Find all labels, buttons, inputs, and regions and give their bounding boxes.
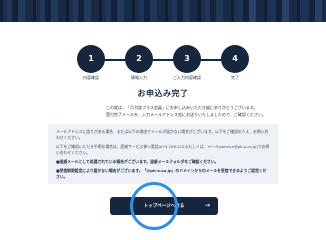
step-1-circle: 1 <box>77 45 105 73</box>
book-spine <box>183 0 190 22</box>
header-banner-image <box>0 0 326 22</box>
book-spine <box>315 0 322 22</box>
book-spine <box>25 0 33 22</box>
step-4: 4 完了 <box>200 45 270 81</box>
completion-message-line-1: この度は、「月刊誌プラス会員」にお申し込みいただき誠にありがとうございます。 <box>106 105 258 110</box>
notice-bullet-1: ■迷惑メールとして処理されている場合がございます。迷惑メールフォルダをご確認くだ… <box>56 159 219 164</box>
book-spine <box>58 0 66 22</box>
completion-message-line-2: 受付完了メールを、入力メールアドレス宛にお送りいたしましたので、ご確認ください。 <box>106 112 266 117</box>
book-spine <box>84 0 91 22</box>
back-to-top-label: トップページへ戻る <box>143 204 185 209</box>
book-spine <box>256 0 264 22</box>
step-4-circle: 4 <box>221 45 249 73</box>
book-spine <box>249 0 256 22</box>
completion-message: この度は、「月刊誌プラス会員」にお申し込みいただき誠にありがとうございます。 受… <box>106 104 276 118</box>
book-spine <box>282 0 289 22</box>
arrow-right-icon: → <box>204 202 210 209</box>
book-spine <box>117 0 124 22</box>
book-spine <box>157 0 165 22</box>
step-4-label: 完了 <box>231 75 239 80</box>
notice-text-1: メールアドレスに誤りがある場合、または以下の理由でメールが届かない場合がございま… <box>56 129 269 140</box>
step-3-circle: 3 <box>173 45 201 73</box>
book-spine <box>216 0 223 22</box>
back-to-top-button[interactable]: トップページへ戻る → <box>110 197 218 215</box>
book-spine <box>190 0 198 22</box>
notice-text-2: 以下をご確認いただき不明な場合は、読者サービス係へ電話(075-256-2224… <box>56 144 270 155</box>
book-spine <box>51 0 58 22</box>
book-spine <box>150 0 157 22</box>
book-spine <box>91 0 99 22</box>
book-spine <box>18 0 25 22</box>
notice-panel: メールアドレスに誤りがある場合、または以下の理由でメールが届かない場合がございま… <box>48 124 278 184</box>
step-2-circle: 2 <box>125 45 153 73</box>
book-spine <box>322 0 326 22</box>
book-spine <box>223 0 231 22</box>
book-spine <box>289 0 297 22</box>
book-spine <box>124 0 132 22</box>
progress-steps: 1 内容確認 2 情報入力 3 ご入力内容確認 4 完了 <box>56 42 270 82</box>
notice-bullet-2: ■受信制限設定により届かない場合がございます。「@ph-o.co.jp」のドメイ… <box>56 168 267 179</box>
page-title: お申込み完了 <box>137 89 189 98</box>
